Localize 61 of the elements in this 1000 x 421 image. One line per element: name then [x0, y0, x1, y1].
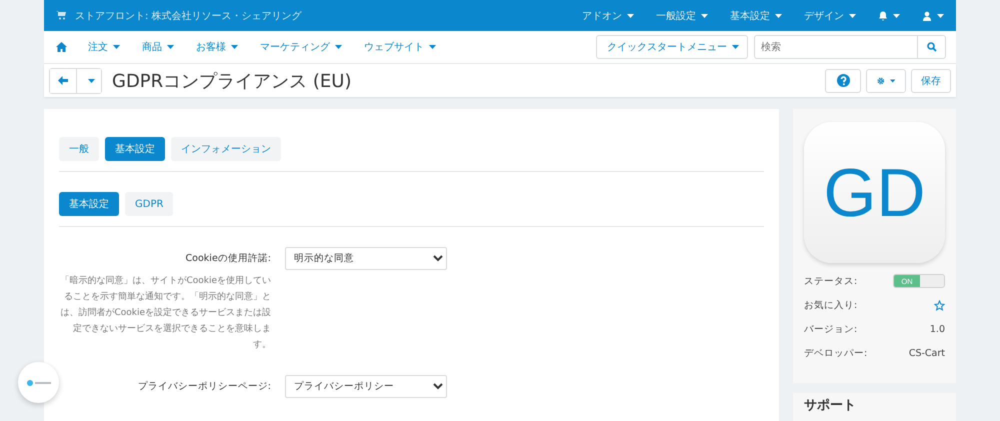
- user-icon: [922, 10, 932, 20]
- info-label: バージョン:: [804, 322, 858, 336]
- caret-icon: [167, 45, 174, 49]
- tab[interactable]: インフォメーション: [171, 137, 281, 161]
- field-help-text: 「暗示的な同意」は、サイトがCookieを使用していることを示す簡単な通知です。「明示的な同意」とは、訪問者がCookieを設定できるサービスまたは設定できないサービスを選択できることを意味します。: [59, 274, 271, 352]
- caret-icon: [849, 14, 856, 18]
- search-input[interactable]: 検索: [754, 35, 917, 59]
- subtab[interactable]: 基本設定: [59, 192, 119, 216]
- info-value: CS-Cart: [908, 348, 945, 358]
- top-menu-item[interactable]: 基本設定: [730, 8, 782, 22]
- top-menu-item[interactable]: デザイン: [804, 8, 856, 22]
- caret-icon: [775, 14, 782, 18]
- info-label: お気に入り:: [804, 298, 858, 312]
- home-icon[interactable]: [56, 42, 67, 52]
- field-label: プライバシーポリシーページ:: [136, 380, 271, 394]
- addon-logo: GD: [804, 122, 945, 263]
- caret-icon: [893, 14, 900, 18]
- quick-start-menu-button[interactable]: クイックスタートメニュー: [596, 35, 748, 59]
- user-menu[interactable]: [922, 10, 944, 20]
- bell-icon: [878, 10, 888, 20]
- caret-icon: [890, 78, 895, 82]
- nav-menu-item[interactable]: 注文: [88, 40, 120, 54]
- top-menu-item[interactable]: 一般設定: [656, 8, 708, 22]
- select-field[interactable]: 明示的な同意: [285, 247, 447, 270]
- tab[interactable]: 一般: [59, 137, 99, 161]
- nav-menu-item[interactable]: 商品: [142, 40, 174, 54]
- select-field[interactable]: プライバシーポリシー: [285, 375, 447, 398]
- caret-icon: [732, 45, 739, 49]
- cart-icon[interactable]: [56, 11, 66, 20]
- search-icon: [926, 42, 936, 52]
- caret-icon: [113, 45, 120, 49]
- caret-icon: [627, 14, 634, 18]
- info-label: ステータス:: [804, 274, 858, 288]
- history-dropdown[interactable]: [76, 68, 101, 92]
- subtab[interactable]: GDPR: [125, 192, 174, 216]
- help-icon: [836, 74, 850, 87]
- caret-icon: [429, 45, 436, 49]
- info-label: デベロッパー:: [804, 346, 868, 360]
- nav-menu-item[interactable]: お客様: [196, 40, 238, 54]
- caret-icon: [701, 14, 708, 18]
- widget-logo-icon: [26, 380, 50, 386]
- store-title[interactable]: ストアフロント: 株式会社リソース・シェアリング: [75, 8, 302, 22]
- caret-icon: [231, 45, 238, 49]
- tab[interactable]: 基本設定: [105, 137, 165, 161]
- left-arrow-icon: [58, 76, 68, 85]
- caret-icon: [88, 78, 95, 82]
- page-title: GDPRコンプライアンス (EU): [112, 70, 352, 92]
- card-title: サポート: [804, 398, 856, 413]
- field-label: Cookieの使用許諾:: [184, 252, 271, 266]
- info-value: 1.0: [930, 324, 945, 334]
- star-icon[interactable]: [934, 300, 945, 310]
- notifications-menu[interactable]: [878, 10, 900, 20]
- settings-button[interactable]: [866, 68, 906, 92]
- search-button[interactable]: [917, 35, 946, 59]
- caret-icon: [335, 45, 342, 49]
- caret-icon: [937, 14, 944, 18]
- save-button[interactable]: 保存: [911, 68, 951, 92]
- top-menu-item[interactable]: アドオン: [582, 8, 634, 22]
- help-button[interactable]: [825, 68, 861, 92]
- nav-menu-item[interactable]: マーケティング: [260, 40, 342, 54]
- nav-menu-item[interactable]: ウェブサイト: [364, 40, 436, 54]
